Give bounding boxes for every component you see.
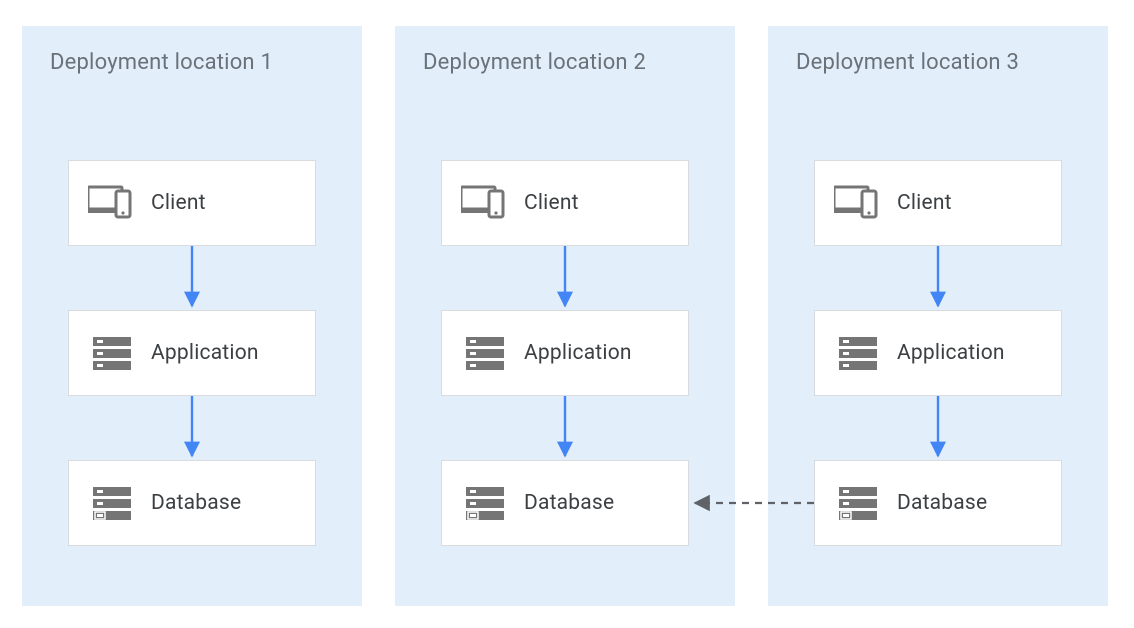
node-db-1-label: Database (151, 491, 241, 515)
devices-icon (815, 185, 897, 221)
server-icon (815, 337, 897, 370)
node-app-1: Application (68, 310, 316, 396)
node-db-2: Database (441, 460, 689, 546)
server-icon (442, 337, 524, 370)
node-app-3: Application (814, 310, 1062, 396)
devices-icon (442, 185, 524, 221)
server-icon (69, 337, 151, 370)
node-client-3: Client (814, 160, 1062, 246)
region-2-title: Deployment location 2 (423, 50, 646, 75)
database-icon (442, 487, 524, 520)
node-db-1: Database (68, 460, 316, 546)
node-app-2-label: Application (524, 341, 632, 365)
node-client-2-label: Client (524, 191, 579, 215)
node-db-2-label: Database (524, 491, 614, 515)
node-client-2: Client (441, 160, 689, 246)
devices-icon (69, 185, 151, 221)
node-client-1: Client (68, 160, 316, 246)
node-db-3-label: Database (897, 491, 987, 515)
node-app-1-label: Application (151, 341, 259, 365)
region-3-title: Deployment location 3 (796, 50, 1019, 75)
region-1-title: Deployment location 1 (50, 50, 273, 75)
diagram-canvas: Deployment location 1 Deployment locatio… (0, 0, 1134, 628)
database-icon (69, 487, 151, 520)
node-client-3-label: Client (897, 191, 952, 215)
node-db-3: Database (814, 460, 1062, 546)
node-app-3-label: Application (897, 341, 1005, 365)
database-icon (815, 487, 897, 520)
node-client-1-label: Client (151, 191, 206, 215)
node-app-2: Application (441, 310, 689, 396)
